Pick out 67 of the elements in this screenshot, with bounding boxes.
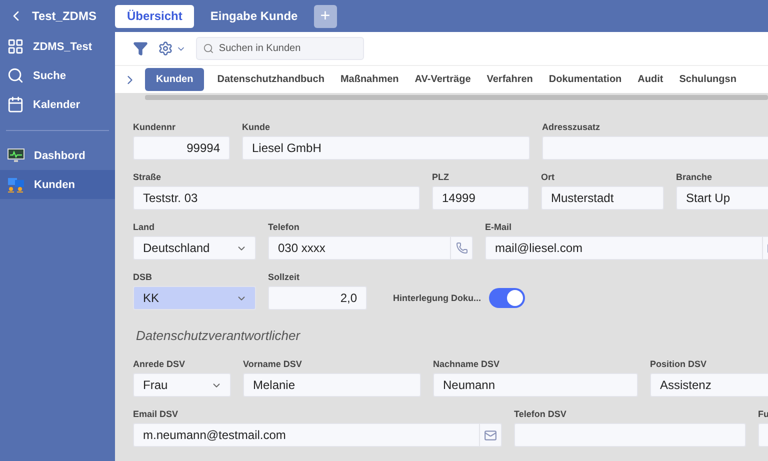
input-field[interactable]: Neumann (433, 373, 638, 397)
field-label: Land (133, 222, 156, 232)
input-field[interactable]: 2,0 (268, 286, 367, 310)
input-field[interactable] (542, 136, 768, 160)
field-label: Anrede DSV (133, 359, 186, 369)
field-label: PLZ (432, 172, 450, 182)
sidebar-item[interactable]: Suche (0, 61, 115, 90)
calendar-icon (7, 96, 24, 113)
settings-icon[interactable] (158, 41, 186, 56)
field-label: Kunde (242, 122, 271, 132)
search-icon (7, 67, 24, 84)
people-icon (7, 176, 25, 192)
field-label: Straße (133, 172, 162, 182)
input-field[interactable]: Liesel GmbH (242, 136, 530, 160)
field-label: Email DSV (133, 409, 180, 419)
tab[interactable]: Datenschutzhandbuch (210, 68, 332, 91)
search-box[interactable]: Suchen in Kunden (196, 37, 364, 60)
field-label: Adresszusatz (542, 122, 602, 132)
sidebar-item[interactable]: Kunden (0, 170, 115, 199)
scrollbar[interactable] (145, 95, 768, 100)
input-field[interactable]: 99994 (133, 136, 230, 160)
tab[interactable]: AV-Verträge (408, 68, 478, 91)
mail-icon (484, 428, 497, 442)
input-field[interactable]: 14999 (432, 186, 529, 210)
section-title: Datenschutzverantwortlicher (136, 328, 302, 343)
field-label: Kundennr (133, 122, 176, 132)
select-field[interactable]: Deutschland (133, 236, 256, 260)
tab[interactable]: Maßnahmen (333, 68, 406, 91)
input-field[interactable]: Melanie (243, 373, 421, 397)
sidebar-item[interactable]: Kalender (0, 90, 115, 119)
field-label: Branche (676, 172, 714, 182)
phone-icon (456, 242, 468, 254)
input-field[interactable]: 030 xxxx (269, 237, 450, 259)
field-label: Ort (541, 172, 556, 182)
input-field[interactable] (514, 423, 746, 447)
select-field[interactable]: Frau (133, 373, 231, 397)
field-label: E-Mail (485, 222, 513, 232)
field-label: Hinterlegung Doku... (393, 293, 482, 303)
select-field[interactable]: KK (133, 286, 256, 310)
field-label: Sollzeit (268, 272, 301, 282)
field-label: Position DSV (650, 359, 708, 369)
tab[interactable]: Verfahren (480, 68, 540, 91)
search-icon (203, 43, 214, 54)
input-field[interactable]: Start Up (676, 186, 768, 210)
tab[interactable]: Übersicht (115, 4, 194, 28)
field-label: Nachname DSV (433, 359, 501, 369)
sidebar-item[interactable]: ZDMS_Test (0, 32, 115, 61)
input-field[interactable]: Musterstadt (541, 186, 664, 210)
field-label: Telefon (268, 222, 300, 232)
filter-icon[interactable] (133, 41, 148, 56)
tab[interactable]: Kunden (145, 68, 204, 91)
field-label: DSB (133, 272, 154, 282)
phone-field[interactable]: 030 xxxx (268, 236, 473, 260)
tab[interactable]: Schulungsn (672, 68, 744, 91)
toggle-switch[interactable] (489, 288, 526, 308)
field-label: Telefon DSV (514, 409, 568, 419)
input-field[interactable]: Teststr. 03 (133, 186, 420, 210)
grid-icon (7, 38, 24, 55)
monitor-icon (7, 148, 25, 163)
app-title: Test_ZDMS (32, 9, 96, 23)
search-field[interactable]: Suchen in Kunden (218, 38, 363, 59)
tab[interactable]: Eingabe Kunde (198, 4, 310, 28)
input-field[interactable]: Assistenz (650, 373, 768, 397)
field-label: Vorname DSV (243, 359, 303, 369)
tab[interactable]: Dokumentation (542, 68, 629, 91)
sidebar-item[interactable]: Dashbord (0, 141, 115, 170)
tab[interactable]: Audit (630, 68, 670, 91)
